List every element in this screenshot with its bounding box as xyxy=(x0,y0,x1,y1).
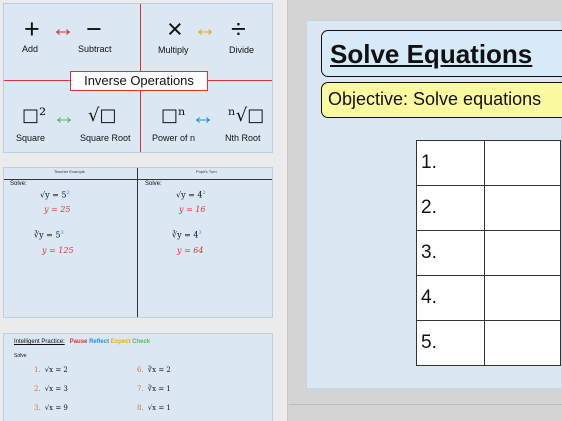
answer: y = 64 xyxy=(177,246,204,255)
equation: ∛y = 43 xyxy=(172,230,202,240)
double-arrow-icon: ↔ xyxy=(193,15,217,42)
title-textbox[interactable]: Solve Equations xyxy=(321,30,562,77)
row-number[interactable]: 3. xyxy=(416,230,485,276)
notes-bar[interactable] xyxy=(289,404,562,421)
table-row: 3. xyxy=(416,230,562,276)
table-row: 2. xyxy=(416,185,562,231)
minus-symbol: − xyxy=(86,14,102,44)
answer: y = 16 xyxy=(179,205,206,214)
double-arrow-icon: ↔ xyxy=(51,15,75,42)
teacher-example-heading: Teacher Example xyxy=(54,169,85,174)
practice-item: 6. ∛x = 2 xyxy=(137,366,171,374)
row-number[interactable]: 4. xyxy=(416,275,485,321)
equation: √y = 52 xyxy=(40,190,70,200)
equation: √y = 42 xyxy=(176,190,206,200)
square-label: Square xyxy=(16,133,46,143)
answer: y = 25 xyxy=(44,205,71,214)
slide-thumbnail-3[interactable]: Intelligent Practice: Pause Reflect Expe… xyxy=(3,333,273,421)
power-symbol: □ⁿ xyxy=(161,105,186,126)
power-label: Power of n xyxy=(152,133,196,143)
answer: y = 125 xyxy=(42,246,74,255)
slide-thumbnail-pane: + ↔ − Add Subtract × ↔ ÷ Multiply Divide… xyxy=(0,0,288,421)
times-symbol: × xyxy=(167,14,183,44)
solve-label: Solve: xyxy=(10,181,27,187)
subtract-label: Subtract xyxy=(78,44,112,54)
add-label: Add xyxy=(22,44,39,54)
slide-thumbnail-2[interactable]: Teacher Example Pupil's Turn Solve: Solv… xyxy=(3,167,273,318)
inverse-operations-label: Inverse Operations xyxy=(70,71,208,91)
practice-item: 1. √x = 2 xyxy=(34,366,68,374)
equation: ∛y = 53 xyxy=(34,230,64,240)
table-row: 1. xyxy=(416,140,562,186)
answer-cell[interactable] xyxy=(483,320,562,366)
header-divider xyxy=(4,179,272,180)
square-symbol: □² xyxy=(22,105,47,126)
column-divider xyxy=(137,168,138,317)
objective-textbox[interactable]: Objective: Solve equations xyxy=(321,82,562,118)
answer-cell[interactable] xyxy=(483,275,562,321)
practice-item: 7. ∛x = 1 xyxy=(137,385,171,393)
square-root-symbol: √□ xyxy=(88,105,117,126)
practice-title: Intelligent Practice: Pause Reflect Expe… xyxy=(14,339,151,345)
square-root-label: Square Root xyxy=(80,133,131,143)
row-number[interactable]: 2. xyxy=(416,185,485,231)
row-number[interactable]: 5. xyxy=(416,320,485,366)
divide-symbol: ÷ xyxy=(231,14,246,44)
divide-label: Divide xyxy=(229,45,255,55)
solve-label: Solve xyxy=(14,353,27,359)
table-row: 5. xyxy=(416,320,562,366)
slide-title: Solve Equations xyxy=(330,39,533,69)
plus-symbol: + xyxy=(24,14,40,44)
pupils-turn-heading: Pupil's Turn xyxy=(196,169,217,174)
multiply-label: Multiply xyxy=(158,45,189,55)
nth-root-label: Nth Root xyxy=(225,133,261,143)
answer-cell[interactable] xyxy=(483,185,562,231)
table-row: 4. xyxy=(416,275,562,321)
solve-label: Solve: xyxy=(145,181,162,187)
double-arrow-icon: ↔ xyxy=(52,103,76,130)
objective-text: Objective: Solve equations xyxy=(328,89,542,109)
double-arrow-icon: ↔ xyxy=(191,103,215,130)
nth-root-symbol: ⁿ√□ xyxy=(228,105,265,126)
practice-item: 3. √x = 9 xyxy=(34,404,68,412)
answer-table[interactable]: 1. 2. 3. 4. 5. xyxy=(416,140,562,366)
row-number[interactable]: 1. xyxy=(416,140,485,186)
slide-canvas[interactable]: Solve Equations Objective: Solve equatio… xyxy=(306,20,562,389)
practice-item: 2. √x = 3 xyxy=(34,385,68,393)
answer-cell[interactable] xyxy=(483,140,562,186)
slide-thumbnail-1[interactable]: + ↔ − Add Subtract × ↔ ÷ Multiply Divide… xyxy=(3,3,273,153)
answer-cell[interactable] xyxy=(483,230,562,276)
practice-item: 8. √x = 1 xyxy=(137,404,171,412)
